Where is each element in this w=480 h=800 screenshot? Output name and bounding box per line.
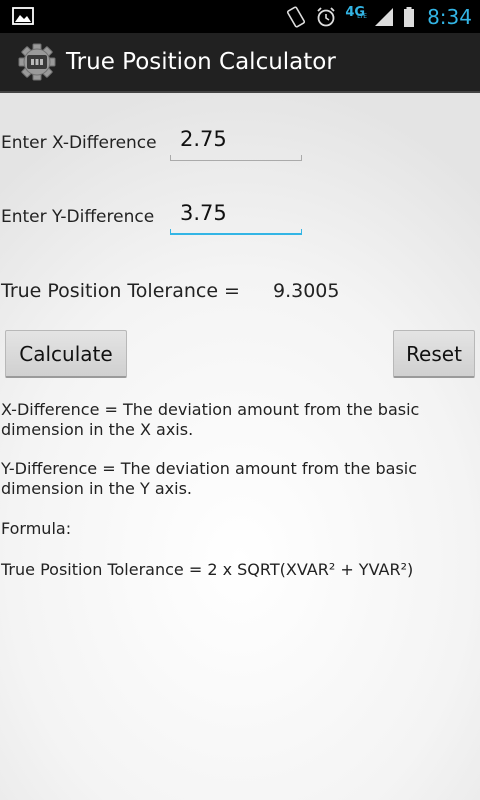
status-bar: 4G LTE 8:34 [0, 0, 480, 33]
formula-text: True Position Tolerance = 2 x SQRT(XVAR²… [1, 560, 414, 579]
clock: 8:34 [427, 4, 472, 29]
network-sub-label: LTE [357, 12, 368, 20]
battery-icon [403, 6, 415, 28]
action-bar: True Position Calculator [0, 33, 480, 93]
app-title: True Position Calculator [66, 49, 336, 75]
image-icon [12, 6, 34, 26]
result-value: 9.3005 [273, 280, 340, 302]
x-input-underline [170, 155, 302, 161]
rotation-lock-icon [285, 5, 307, 28]
result-label: True Position Tolerance = [1, 280, 240, 302]
status-icons: 4G LTE 8:34 [285, 0, 472, 33]
formula-label: Formula: [1, 519, 72, 538]
signal-icon [373, 6, 395, 28]
alarm-icon [315, 6, 337, 28]
y-input-underline [170, 229, 302, 235]
calculate-button[interactable]: Calculate [5, 330, 127, 378]
reset-button[interactable]: Reset [393, 330, 475, 378]
y-difference-value: 3.75 [180, 201, 227, 225]
x-difference-value: 2.75 [180, 127, 227, 151]
x-difference-description: X-Difference = The deviation amount from… [1, 400, 420, 439]
y-difference-label: Enter Y-Difference [1, 207, 155, 227]
y-difference-input[interactable]: 3.75 [170, 201, 302, 235]
gear-icon [18, 43, 56, 81]
network-4g-icon: 4G LTE [345, 6, 368, 23]
x-difference-label: Enter X-Difference [1, 133, 157, 153]
x-difference-input[interactable]: 2.75 [170, 127, 302, 161]
y-difference-description: Y-Difference = The deviation amount from… [1, 459, 418, 498]
